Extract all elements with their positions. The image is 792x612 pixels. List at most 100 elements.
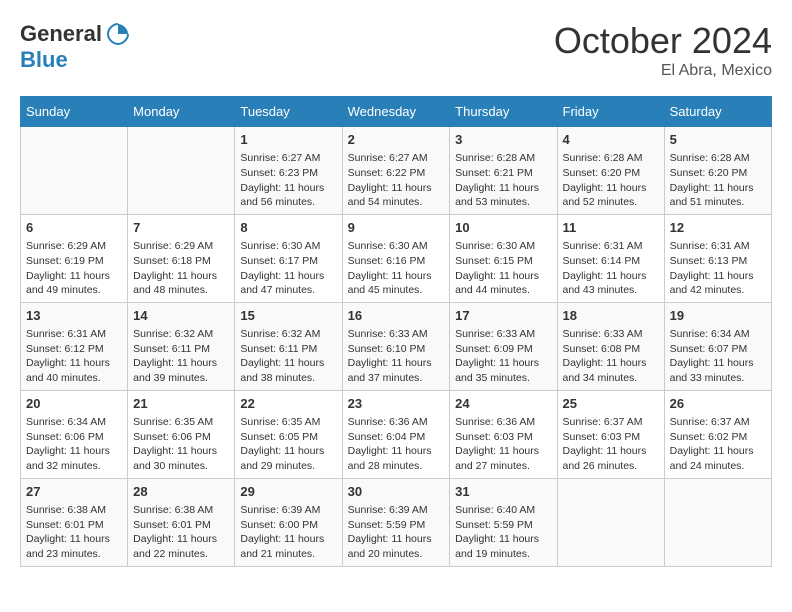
day-number: 17 <box>455 307 551 325</box>
weekday-header-friday: Friday <box>557 97 664 127</box>
day-number: 13 <box>26 307 122 325</box>
day-info: Sunrise: 6:39 AMSunset: 5:59 PMDaylight:… <box>348 503 445 562</box>
page-header: General Blue October 2024 El Abra, Mexic… <box>20 20 772 80</box>
logo-general: General <box>20 22 102 46</box>
day-cell: 23Sunrise: 6:36 AMSunset: 6:04 PMDayligh… <box>342 390 450 478</box>
day-cell: 11 Sunrise: 6:31 AMSunset: 6:14 PMDayligh… <box>557 214 664 302</box>
location: El Abra, Mexico <box>554 62 772 80</box>
day-number: 4 <box>563 131 659 149</box>
day-cell: 14 Sunrise: 6:32 AMSunset: 6:11 PMDayligh… <box>128 302 235 390</box>
title-block: October 2024 El Abra, Mexico <box>554 20 772 80</box>
day-info: Sunrise: 6:29 AMSunset: 6:18 PMDaylight:… <box>133 239 229 298</box>
day-number: 30 <box>348 483 445 501</box>
day-cell: 25 Sunrise: 6:37 AMSunset: 6:03 PMDayligh… <box>557 390 664 478</box>
day-info: Sunrise: 6:30 AMSunset: 6:16 PMDaylight:… <box>348 239 445 298</box>
day-cell: 27 Sunrise: 6:38 AMSunset: 6:01 PMDayligh… <box>21 478 128 566</box>
day-cell: 29Sunrise: 6:39 AMSunset: 6:00 PMDayligh… <box>235 478 342 566</box>
day-cell: 12 Sunrise: 6:31 AMSunset: 6:13 PMDayligh… <box>664 214 771 302</box>
day-number: 14 <box>133 307 229 325</box>
day-number: 16 <box>348 307 445 325</box>
day-number: 9 <box>348 219 445 237</box>
weekday-header-row: SundayMondayTuesdayWednesdayThursdayFrid… <box>21 97 772 127</box>
day-cell <box>21 127 128 215</box>
day-cell: 1 Sunrise: 6:27 AMSunset: 6:23 PMDaylight… <box>235 127 342 215</box>
logo: General Blue <box>20 20 132 72</box>
day-info: Sunrise: 6:31 AMSunset: 6:13 PMDaylight:… <box>670 239 766 298</box>
day-info: Sunrise: 6:36 AMSunset: 6:03 PMDaylight:… <box>455 415 551 474</box>
weekday-header-tuesday: Tuesday <box>235 97 342 127</box>
day-cell: 26 Sunrise: 6:37 AMSunset: 6:02 PMDayligh… <box>664 390 771 478</box>
day-info: Sunrise: 6:28 AMSunset: 6:21 PMDaylight:… <box>455 151 551 210</box>
logo-blue: Blue <box>20 47 68 72</box>
day-number: 15 <box>240 307 336 325</box>
day-number: 3 <box>455 131 551 149</box>
week-row-5: 27 Sunrise: 6:38 AMSunset: 6:01 PMDayligh… <box>21 478 772 566</box>
day-info: Sunrise: 6:27 AMSunset: 6:22 PMDaylight:… <box>348 151 445 210</box>
day-info: Sunrise: 6:37 AMSunset: 6:02 PMDaylight:… <box>670 415 766 474</box>
day-cell <box>128 127 235 215</box>
day-cell: 16Sunrise: 6:33 AMSunset: 6:10 PMDayligh… <box>342 302 450 390</box>
day-number: 5 <box>670 131 766 149</box>
month-title: October 2024 <box>554 20 772 62</box>
day-info: Sunrise: 6:29 AMSunset: 6:19 PMDaylight:… <box>26 239 122 298</box>
day-info: Sunrise: 6:38 AMSunset: 6:01 PMDaylight:… <box>26 503 122 562</box>
week-row-4: 20 Sunrise: 6:34 AMSunset: 6:06 PMDayligh… <box>21 390 772 478</box>
day-info: Sunrise: 6:34 AMSunset: 6:07 PMDaylight:… <box>670 327 766 386</box>
day-info: Sunrise: 6:27 AMSunset: 6:23 PMDaylight:… <box>240 151 336 210</box>
day-cell: 30 Sunrise: 6:39 AMSunset: 5:59 PMDayligh… <box>342 478 450 566</box>
day-number: 26 <box>670 395 766 413</box>
day-info: Sunrise: 6:32 AMSunset: 6:11 PMDaylight:… <box>133 327 229 386</box>
week-row-3: 13 Sunrise: 6:31 AMSunset: 6:12 PMDayligh… <box>21 302 772 390</box>
day-cell: 9 Sunrise: 6:30 AMSunset: 6:16 PMDaylight… <box>342 214 450 302</box>
day-number: 8 <box>240 219 336 237</box>
day-cell: 20 Sunrise: 6:34 AMSunset: 6:06 PMDayligh… <box>21 390 128 478</box>
day-cell: 2Sunrise: 6:27 AMSunset: 6:22 PMDaylight… <box>342 127 450 215</box>
day-number: 7 <box>133 219 229 237</box>
day-cell <box>557 478 664 566</box>
week-row-2: 6Sunrise: 6:29 AMSunset: 6:19 PMDaylight… <box>21 214 772 302</box>
day-number: 12 <box>670 219 766 237</box>
day-cell: 6Sunrise: 6:29 AMSunset: 6:19 PMDaylight… <box>21 214 128 302</box>
day-cell: 21Sunrise: 6:35 AMSunset: 6:06 PMDayligh… <box>128 390 235 478</box>
day-cell: 8 Sunrise: 6:30 AMSunset: 6:17 PMDaylight… <box>235 214 342 302</box>
day-info: Sunrise: 6:38 AMSunset: 6:01 PMDaylight:… <box>133 503 229 562</box>
day-cell: 18Sunrise: 6:33 AMSunset: 6:08 PMDayligh… <box>557 302 664 390</box>
day-info: Sunrise: 6:31 AMSunset: 6:12 PMDaylight:… <box>26 327 122 386</box>
day-info: Sunrise: 6:40 AMSunset: 5:59 PMDaylight:… <box>455 503 551 562</box>
day-cell: 7 Sunrise: 6:29 AMSunset: 6:18 PMDaylight… <box>128 214 235 302</box>
day-cell: 31Sunrise: 6:40 AMSunset: 5:59 PMDayligh… <box>450 478 557 566</box>
day-number: 22 <box>240 395 336 413</box>
day-number: 10 <box>455 219 551 237</box>
day-info: Sunrise: 6:28 AMSunset: 6:20 PMDaylight:… <box>563 151 659 210</box>
day-info: Sunrise: 6:34 AMSunset: 6:06 PMDaylight:… <box>26 415 122 474</box>
day-cell: 10Sunrise: 6:30 AMSunset: 6:15 PMDayligh… <box>450 214 557 302</box>
day-number: 25 <box>563 395 659 413</box>
weekday-header-sunday: Sunday <box>21 97 128 127</box>
day-info: Sunrise: 6:33 AMSunset: 6:08 PMDaylight:… <box>563 327 659 386</box>
day-number: 20 <box>26 395 122 413</box>
weekday-header-saturday: Saturday <box>664 97 771 127</box>
day-number: 1 <box>240 131 336 149</box>
day-cell: 3 Sunrise: 6:28 AMSunset: 6:21 PMDaylight… <box>450 127 557 215</box>
weekday-header-monday: Monday <box>128 97 235 127</box>
day-number: 28 <box>133 483 229 501</box>
day-cell: 22 Sunrise: 6:35 AMSunset: 6:05 PMDayligh… <box>235 390 342 478</box>
day-info: Sunrise: 6:30 AMSunset: 6:17 PMDaylight:… <box>240 239 336 298</box>
day-cell: 15 Sunrise: 6:32 AMSunset: 6:11 PMDayligh… <box>235 302 342 390</box>
weekday-header-thursday: Thursday <box>450 97 557 127</box>
day-info: Sunrise: 6:35 AMSunset: 6:05 PMDaylight:… <box>240 415 336 474</box>
day-cell: 24Sunrise: 6:36 AMSunset: 6:03 PMDayligh… <box>450 390 557 478</box>
day-info: Sunrise: 6:39 AMSunset: 6:00 PMDaylight:… <box>240 503 336 562</box>
day-info: Sunrise: 6:32 AMSunset: 6:11 PMDaylight:… <box>240 327 336 386</box>
weekday-header-wednesday: Wednesday <box>342 97 450 127</box>
day-info: Sunrise: 6:31 AMSunset: 6:14 PMDaylight:… <box>563 239 659 298</box>
day-cell: 17Sunrise: 6:33 AMSunset: 6:09 PMDayligh… <box>450 302 557 390</box>
day-number: 27 <box>26 483 122 501</box>
day-cell: 19Sunrise: 6:34 AMSunset: 6:07 PMDayligh… <box>664 302 771 390</box>
day-cell: 5Sunrise: 6:28 AMSunset: 6:20 PMDaylight… <box>664 127 771 215</box>
day-cell <box>664 478 771 566</box>
day-number: 23 <box>348 395 445 413</box>
day-cell: 28 Sunrise: 6:38 AMSunset: 6:01 PMDayligh… <box>128 478 235 566</box>
day-info: Sunrise: 6:37 AMSunset: 6:03 PMDaylight:… <box>563 415 659 474</box>
day-number: 11 <box>563 219 659 237</box>
